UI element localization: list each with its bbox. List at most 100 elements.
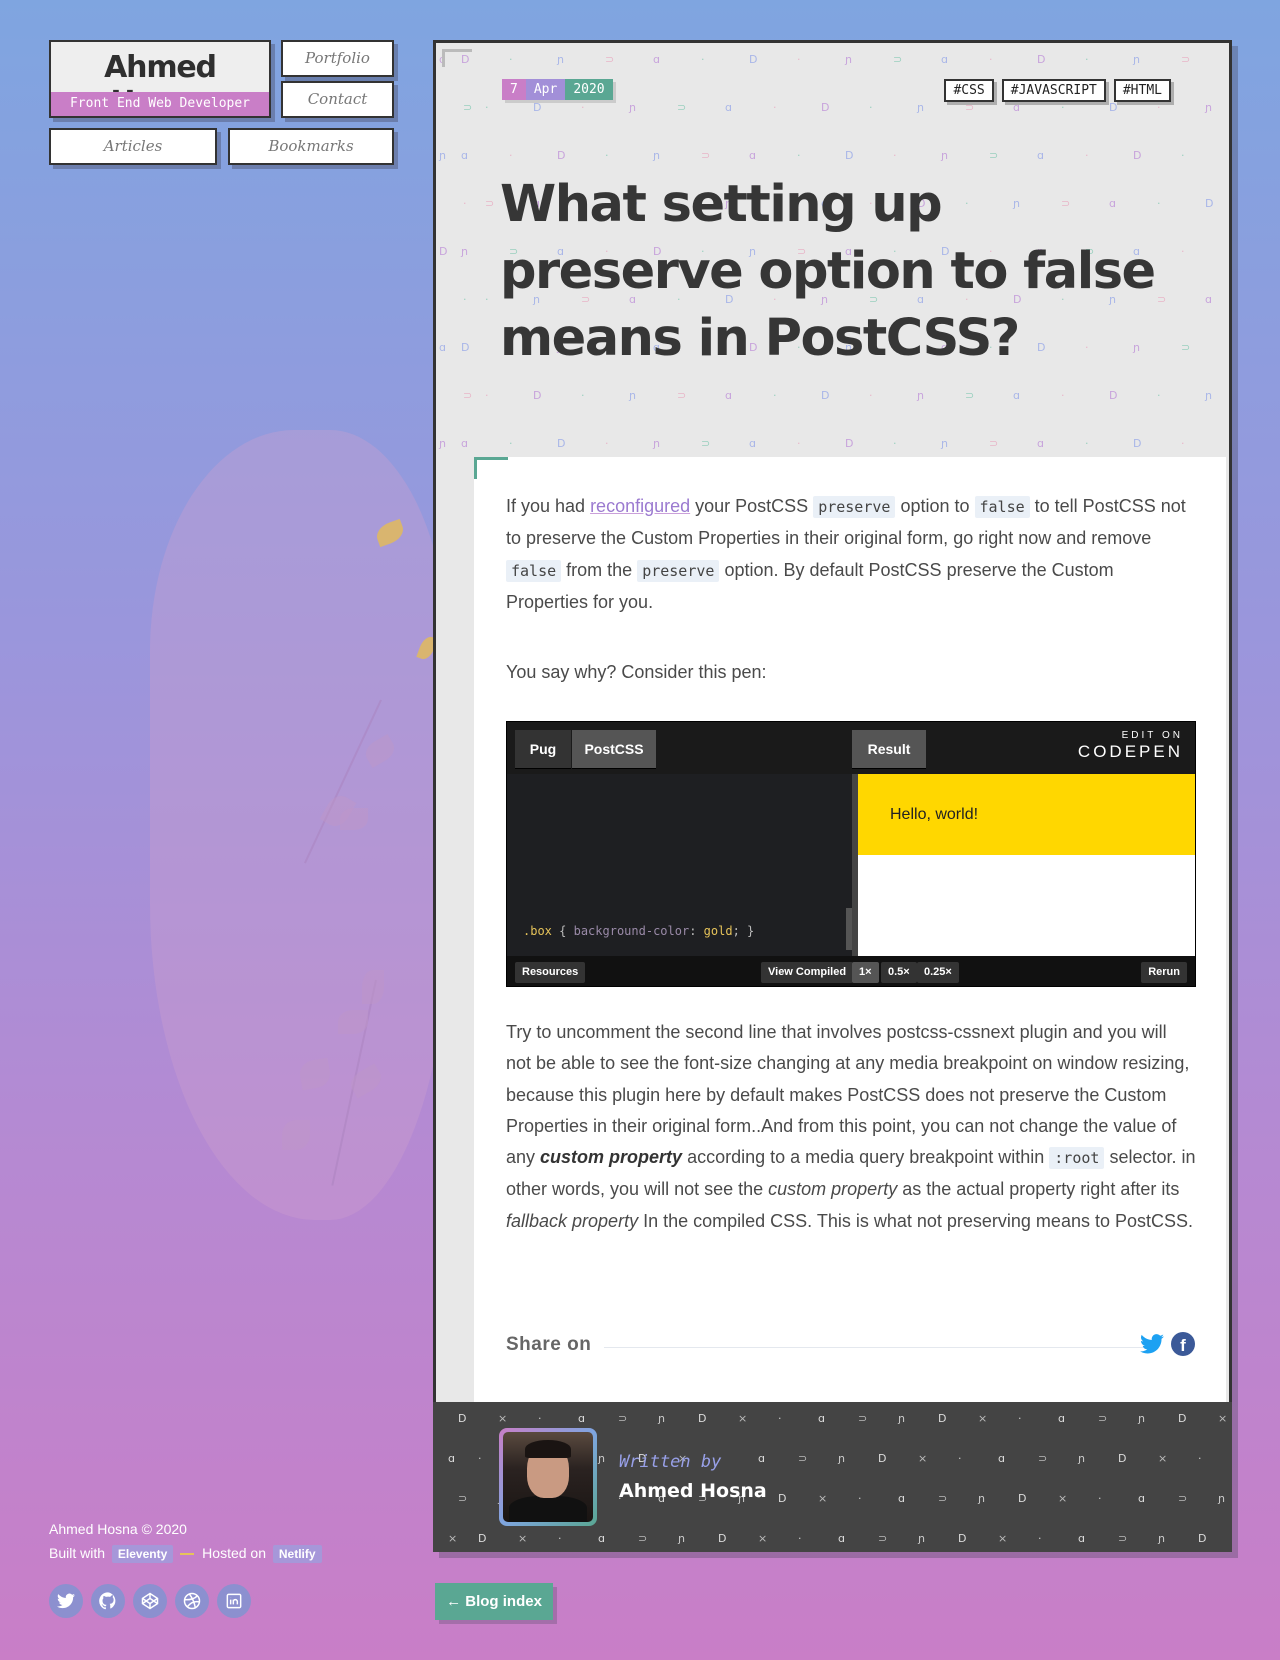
tag-css[interactable]: #CSS [944,79,994,102]
facebook-icon[interactable]: f [1171,1332,1195,1356]
github-icon[interactable] [91,1584,125,1618]
blog-index-button[interactable]: ← Blog index [435,1583,553,1620]
text: In the compiled CSS. This is what not pr… [638,1210,1194,1231]
zoom-1x-button[interactable]: 1× [852,962,879,983]
pattern-glyph: · [797,149,801,162]
eleventy-link[interactable]: Eleventy [111,1545,174,1563]
resources-button[interactable]: Resources [515,962,586,983]
avatar [499,1428,597,1526]
codepen-embed[interactable]: Pug PostCSS Result EDIT ON CODEPEN .box … [506,721,1196,987]
text: If you had [506,496,591,516]
zoom-025x-button[interactable]: 0.25× [917,962,959,983]
leaf-decoration [362,970,384,1004]
code-editor[interactable]: .box { background-color: gold; } [507,774,852,958]
twitter-icon[interactable] [1140,1334,1164,1358]
pattern-glyph: × [758,1532,768,1545]
pattern-glyph: · [893,149,897,162]
pattern-glyph: D [1133,437,1142,450]
inline-code: :root [1049,1147,1105,1170]
share-divider [604,1347,1146,1348]
pattern-glyph: ⊃ [485,197,495,210]
netlify-link[interactable]: Netlify [272,1545,322,1563]
pattern-glyph: ⊃ [1181,53,1191,66]
view-compiled-button[interactable]: View Compiled [761,962,854,983]
pattern-glyph: · [1157,389,1161,402]
pattern-glyph: ɲ [838,1452,846,1465]
codepen-icon[interactable] [133,1584,167,1618]
tab-postcss[interactable]: PostCSS [572,730,656,768]
nav-contact[interactable]: Contact [281,81,394,118]
zoom-05x-button[interactable]: 0.5× [881,962,917,983]
content-corner [474,457,508,479]
pattern-glyph: ⊃ [989,149,999,162]
pattern-glyph: ɑ [838,1532,845,1545]
pattern-glyph: D [557,437,566,450]
result-frame: Hello, world! [852,774,1195,958]
pattern-glyph: × [998,1532,1008,1545]
avatar-shirt [509,1496,587,1522]
dribbble-icon[interactable] [175,1584,209,1618]
pattern-glyph: · [1085,149,1089,162]
linkedin-icon[interactable] [217,1584,251,1618]
pattern-glyph: ɑ [725,101,732,114]
written-by-label: Written by [619,1452,722,1472]
pattern-glyph: D [878,1452,887,1465]
pattern-glyph: · [463,197,467,210]
pattern-glyph: ɑ [1138,1492,1145,1505]
pattern-glyph: · [1198,1452,1202,1465]
code-colon: : [689,924,697,938]
pattern-glyph: D [461,341,470,354]
pattern-glyph: · [797,437,801,450]
edit-on-codepen[interactable]: EDIT ON CODEPEN [1078,730,1183,762]
pattern-glyph: ɑ [448,1452,455,1465]
pattern-glyph: D [749,53,758,66]
inline-code: preserve [637,559,720,582]
pattern-glyph: × [738,1412,748,1425]
pattern-glyph: ⊃ [858,1412,868,1425]
rerun-button[interactable]: Rerun [1141,962,1187,983]
pattern-glyph: · [701,53,705,66]
tab-pug[interactable]: Pug [515,730,571,768]
pattern-glyph: ⊃ [463,389,473,402]
tag-javascript[interactable]: #JAVASCRIPT [1001,79,1106,102]
pattern-glyph: · [778,1412,782,1425]
pattern-glyph: D [1109,101,1118,114]
code-close: ; } [732,924,755,938]
pattern-glyph: · [485,101,489,114]
pattern-glyph: · [581,101,585,114]
paragraph-explanation: Try to uncomment the second line that in… [506,1017,1196,1237]
article-title: What setting up preserve option to false… [500,175,1156,368]
twitter-icon[interactable] [49,1584,83,1618]
pattern-glyph: ɑ [749,437,756,450]
nav-bookmarks[interactable]: Bookmarks [228,128,394,165]
nav-portfolio[interactable]: Portfolio [281,40,394,77]
pattern-glyph: ɲ [629,101,637,114]
nav-articles[interactable]: Articles [49,128,217,165]
pattern-glyph: ɲ [1078,1452,1086,1465]
pattern-glyph: ɲ [917,389,925,402]
reconfigured-link[interactable]: reconfigured [590,496,690,516]
footer-credits: Built with Eleventy Hosted on Netlify [49,1545,325,1563]
pattern-glyph: D [1205,197,1214,210]
pattern-glyph: · [581,389,585,402]
author-name[interactable]: Ahmed Hosna [619,1480,767,1502]
tab-result[interactable]: Result [852,730,926,768]
pattern-glyph: ɑ [461,149,468,162]
pattern-glyph: ɑ [749,149,756,162]
pattern-glyph: · [509,149,513,162]
pattern-glyph: ɑ [1058,1412,1065,1425]
tag-html[interactable]: #HTML [1113,79,1171,102]
date-year: 2020 [565,79,613,100]
author-section: D × · ɑ ⊃ ɲ D × · ɑ ⊃ ɲ D × · ɑ ⊃ ɲ D × · ɑ ⊃ ɲ D × · ɑ ⊃ ɲ D × · ɑ ⊃ ɲ D × · ɑ… [433,1402,1232,1552]
site-brand[interactable]: Ahmed Hosna Front End Web Developer [49,40,271,120]
pattern-glyph: ⊃ [1038,1452,1048,1465]
pattern-glyph: ⊃ [605,53,615,66]
pattern-glyph: ɲ [461,245,469,258]
pattern-glyph: ɲ [678,1532,686,1545]
built-with-label: Built with [49,1545,106,1561]
pattern-glyph: ⊃ [878,1532,888,1545]
pattern-glyph: ⊃ [458,1492,468,1505]
leaf-decoration [340,808,368,830]
article-date: 7 Apr 2020 [502,79,613,100]
inline-code: false [974,496,1030,518]
